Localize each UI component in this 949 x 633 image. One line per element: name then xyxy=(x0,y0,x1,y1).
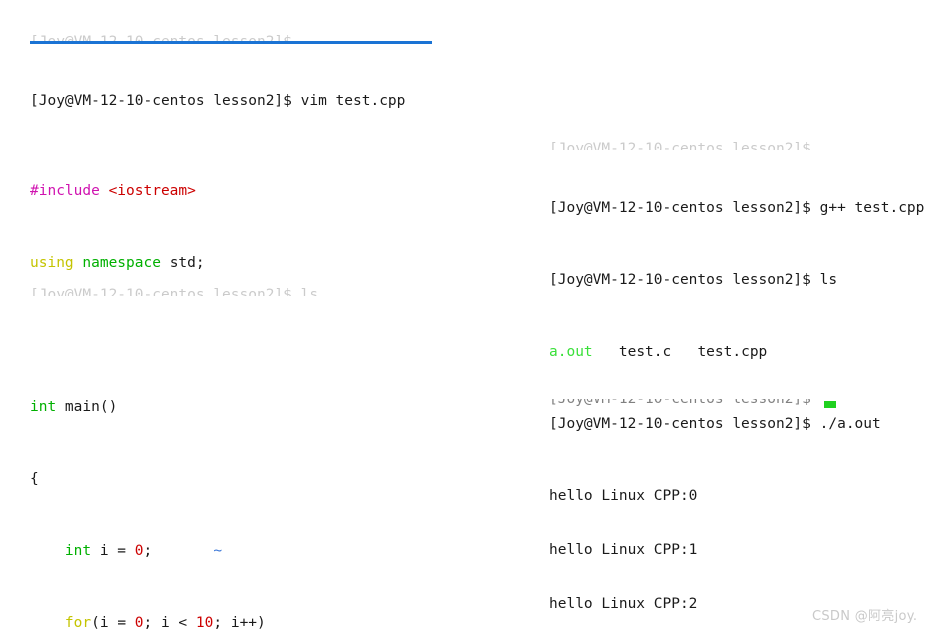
shell-prompt-run: [Joy@VM-12-10-centos lesson2]$ xyxy=(549,416,820,432)
terminal-block-cursor xyxy=(824,401,836,408)
vim-line-open-brace-main: { xyxy=(30,470,530,488)
token-keyword-namespace: namespace xyxy=(82,255,170,271)
token-for-cond: ; i < xyxy=(143,615,196,631)
terminal-line-ls-command-right: [Joy@VM-12-10-centos lesson2]$ ls xyxy=(549,271,949,289)
token-for-incr: ; i++) xyxy=(213,615,266,631)
vim-line-for-loop: for(i = 0; i < 10; i++) xyxy=(30,614,530,632)
ls-gap-2-right xyxy=(671,344,697,360)
shell-prompt-gpp: [Joy@VM-12-10-centos lesson2]$ xyxy=(549,200,820,216)
token-function-main: main() xyxy=(64,399,118,415)
token-gap xyxy=(152,543,213,559)
file-test-c-right: test.c xyxy=(618,344,672,360)
clipped-final-prompt-line: [Joy@VM-12-10-centos lesson2]$ xyxy=(549,399,949,408)
shell-command-gpp: g++ test.cpp xyxy=(819,200,925,216)
vim-line-using-namespace: using namespace std; xyxy=(30,254,530,272)
token-number-zero: 0 xyxy=(134,543,144,559)
terminal-line-ls-output-right: a.out test.c test.cpp xyxy=(549,343,949,361)
program-output-line: hello Linux CPP:0 xyxy=(549,487,949,505)
program-output-text: hello Linux CPP:1 xyxy=(549,542,698,558)
shell-prompt: [Joy@VM-12-10-centos lesson2]$ xyxy=(30,93,301,109)
shell-command-run-aout: ./a.out xyxy=(819,416,881,432)
token-number-for-init: 0 xyxy=(134,615,144,631)
left-terminal-panel: [Joy@VM-12-10-centos lesson2]$ vim test.… xyxy=(30,20,530,633)
csdn-watermark: CSDN @阿亮joy. xyxy=(812,609,918,624)
ls-gap-1-right xyxy=(593,344,619,360)
vim-line-include: #include <iostream> xyxy=(30,182,530,200)
program-output-line: hello Linux CPP:1 xyxy=(549,541,949,559)
vim-line-blank-1 xyxy=(30,326,530,344)
file-test-cpp-right: test.cpp xyxy=(697,344,768,360)
file-a-out-right: a.out xyxy=(549,344,593,360)
vim-line-int-i: int i = 0; ~ xyxy=(30,542,530,560)
token-preproc-include: #include xyxy=(30,183,109,199)
ghost-text-middle: [Joy@VM-12-10-centos lesson2]$ ls xyxy=(30,287,319,296)
token-type-int-i: int xyxy=(64,543,100,559)
token-number-for-limit: 10 xyxy=(195,615,214,631)
program-output-text: hello Linux CPP:0 xyxy=(549,488,698,504)
token-identifier-std: std; xyxy=(169,255,205,271)
program-output-text: hello Linux CPP:2 xyxy=(549,596,698,612)
token-brace-open-main: { xyxy=(30,471,39,487)
right-terminal-panel: [Joy@VM-12-10-centos lesson2]$ g++ test.… xyxy=(549,145,949,633)
token-indent-for xyxy=(30,615,65,631)
token-semicolon: ; xyxy=(143,543,153,559)
token-assign-i: i = xyxy=(99,543,135,559)
terminal-line-gpp-command: [Joy@VM-12-10-centos lesson2]$ g++ test.… xyxy=(549,199,949,217)
shell-command-vim: vim test.cpp xyxy=(300,93,406,109)
token-for-init: (i = xyxy=(91,615,135,631)
token-keyword-using: using xyxy=(30,255,83,271)
terminal-line-vim-command: [Joy@VM-12-10-centos lesson2]$ vim test.… xyxy=(30,92,530,110)
token-keyword-for: for xyxy=(64,615,92,631)
clipped-prompt-text: [Joy@VM-12-10-centos lesson2]$ xyxy=(549,399,820,407)
vim-empty-line-tilde-icon: ~ xyxy=(213,543,223,559)
token-header-iostream: <iostream> xyxy=(108,183,196,199)
terminal-line-run-command: [Joy@VM-12-10-centos lesson2]$ ./a.out xyxy=(549,415,949,433)
shell-prompt-ls-right: [Joy@VM-12-10-centos lesson2]$ xyxy=(549,272,820,288)
token-type-int: int xyxy=(30,399,65,415)
screenshot-ghost-artifact-middle: [Joy@VM-12-10-centos lesson2]$ ls xyxy=(30,286,450,296)
shell-command-ls-right: ls xyxy=(819,272,838,288)
vim-line-main-signature: int main() xyxy=(30,398,530,416)
